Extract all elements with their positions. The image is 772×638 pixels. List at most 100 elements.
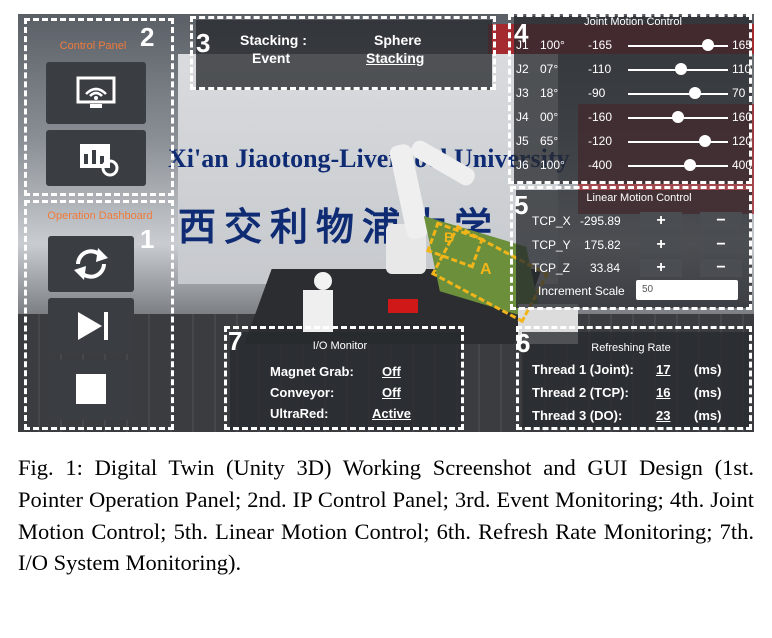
increment-scale-value: 50 <box>642 284 654 295</box>
joint-row-3: J3 18° -90 70 <box>514 82 750 104</box>
joint-name: J2 <box>516 62 529 76</box>
thread2-unit: (ms) <box>694 385 722 400</box>
joint-angle: 07° <box>540 62 559 76</box>
stop-icon <box>76 374 106 404</box>
thread1-unit: (ms) <box>694 362 722 377</box>
joint-angle: 18° <box>540 86 559 100</box>
joint-max: 400 <box>732 158 753 172</box>
tcp-y-minus-button[interactable]: − <box>700 236 742 254</box>
control-panel-title: Control Panel <box>59 40 127 52</box>
tcp-x-label: TCP_X <box>532 214 571 228</box>
industrial-control-button[interactable] <box>46 130 146 186</box>
joint-min: -400 <box>588 158 613 172</box>
university-sign-english: Xi'an Jiaotong-Liverpool University <box>168 144 570 173</box>
joint-max: 70 <box>732 86 746 100</box>
refresh-panel-title: Refreshing Rate <box>591 342 671 354</box>
joint-slider-knob[interactable] <box>689 87 701 99</box>
tcp-z-label: TCP_Z <box>532 261 571 275</box>
joint-name: J1 <box>516 38 529 52</box>
reset-button[interactable] <box>48 236 134 292</box>
joint-min: -160 <box>588 110 613 124</box>
tcp-z-plus-button[interactable]: + <box>640 259 682 277</box>
joint-max: 165 <box>732 38 753 52</box>
joint-panel-title: Joint Motion Control <box>584 16 682 28</box>
joint-min: -110 <box>588 62 612 76</box>
event-value-line2: Stacking <box>366 50 425 66</box>
joint-slider-track[interactable] <box>628 93 728 95</box>
tcp-y-plus-button[interactable]: + <box>640 236 682 254</box>
tcp-x-value: -295.89 <box>580 214 621 228</box>
conveyor-label: Conveyor: <box>270 385 335 400</box>
joint-row-6: J6 100° -400 400 <box>514 154 753 176</box>
event-label-line1: Stacking : <box>240 32 307 48</box>
linear-panel-number: 5 <box>514 190 529 220</box>
tcp-y-value: 175.82 <box>584 238 621 252</box>
operation-dashboard-number: 1 <box>140 224 155 254</box>
joint-min: -120 <box>588 134 613 148</box>
joint-name: J5 <box>516 134 529 148</box>
joint-min: -90 <box>588 86 606 100</box>
joint-angle: 00° <box>540 110 559 124</box>
ultrared-value: Active <box>372 406 412 421</box>
thread3-label: Thread 3 (DO): <box>532 408 623 423</box>
joint-angle: 100° <box>540 38 565 52</box>
joint-slider-knob[interactable] <box>672 111 684 123</box>
thread2-value: 16 <box>656 385 671 400</box>
operation-dashboard-title: Operation Dashboard <box>47 210 153 222</box>
tcp-y-label: TCP_Y <box>532 238 571 252</box>
joint-row-1: J1 100° -165 165 <box>514 34 753 56</box>
joint-slider-knob[interactable] <box>684 159 696 171</box>
thread1-value: 17 <box>656 362 671 377</box>
thread3-value: 23 <box>656 408 671 423</box>
tcp-x-minus-button[interactable]: − <box>700 212 742 230</box>
sphere-object <box>314 272 332 290</box>
ultrared-label: UltraRed: <box>270 406 329 421</box>
refresh-icon <box>74 248 108 280</box>
joint-name: J3 <box>516 86 529 100</box>
tcp-z-minus-button[interactable]: − <box>700 259 742 277</box>
figure-caption: Fig. 1: Digital Twin (Unity 3D) Working … <box>18 455 754 576</box>
tcp-x-plus-button[interactable]: + <box>640 212 682 230</box>
magnet-grab-value: Off <box>382 364 401 379</box>
joint-row-5: J5 65° -120 120 <box>514 130 753 152</box>
thread3-unit: (ms) <box>694 408 722 423</box>
event-panel-frame <box>190 16 496 90</box>
joint-name: J6 <box>516 158 529 172</box>
increment-scale-input[interactable]: 50 <box>636 280 738 300</box>
joint-slider-knob[interactable] <box>702 39 714 51</box>
joint-max: 110 <box>732 62 752 76</box>
stop-button[interactable] <box>48 360 134 420</box>
step-forward-button[interactable] <box>48 298 134 354</box>
joint-slider-track[interactable] <box>628 165 728 167</box>
industrial-control-icon <box>80 144 119 177</box>
joint-max: 120 <box>732 134 753 148</box>
event-value-line1: Sphere <box>374 32 422 48</box>
joint-min: -165 <box>588 38 613 52</box>
joint-slider-knob[interactable] <box>699 135 711 147</box>
event-label-line2: Event <box>252 50 291 66</box>
joint-slider-track[interactable] <box>628 141 728 143</box>
refresh-panel-number: 6 <box>516 328 531 358</box>
joint-row-2: J2 07° -110 110 <box>514 58 752 80</box>
joint-slider-knob[interactable] <box>675 63 687 75</box>
tcp-z-value: 33.84 <box>590 261 621 275</box>
joint-name: J4 <box>516 110 529 124</box>
event-panel-number: 3 <box>196 28 211 58</box>
increment-scale-label: Increment Scale <box>538 284 625 298</box>
joint-angle: 100° <box>540 158 565 172</box>
joint-max: 160 <box>732 110 753 124</box>
joint-row-4: J4 00° -160 160 <box>514 106 753 128</box>
io-panel-title: I/O Monitor <box>312 340 368 352</box>
io-panel-number: 7 <box>228 326 243 356</box>
ip-config-button[interactable] <box>46 62 146 124</box>
thread1-label: Thread 1 (Joint): <box>532 362 634 377</box>
wifi-monitor-icon <box>76 76 116 108</box>
linear-panel-title: Linear Motion Control <box>586 192 692 204</box>
digital-twin-screenshot: Xi'an Jiaotong-Liverpool University 西交利物… <box>18 14 754 432</box>
magnet-grab-label: Magnet Grab: <box>270 364 354 379</box>
marker-b-label: B <box>444 229 455 245</box>
red-block <box>388 299 418 313</box>
thread2-label: Thread 2 (TCP): <box>532 385 629 400</box>
step-forward-icon <box>78 312 108 340</box>
joint-rows: J1 100° -165 165 J2 07° -110 110 J3 18° -90 70 J4 00°… <box>514 34 753 184</box>
